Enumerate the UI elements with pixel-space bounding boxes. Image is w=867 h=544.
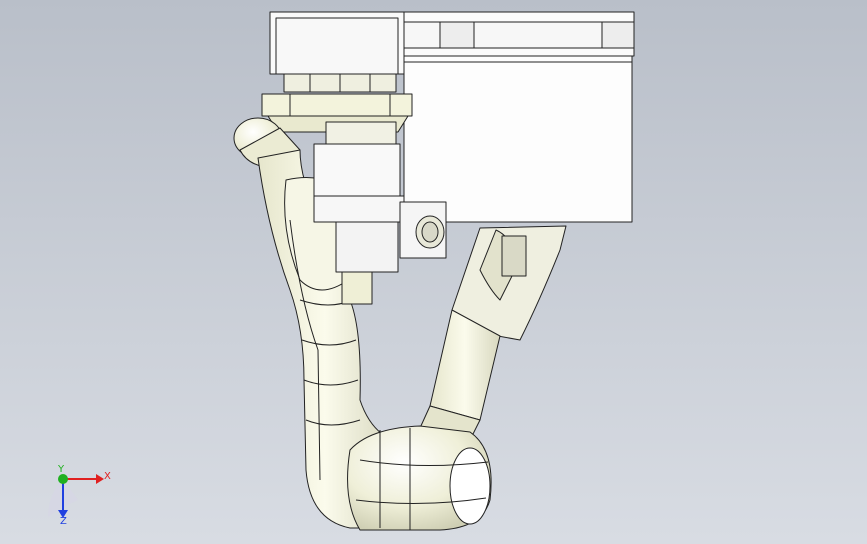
y-axis-dot-icon <box>58 474 68 484</box>
x-axis-label: X <box>104 471 111 482</box>
3d-model-viewport[interactable]: X Y Z <box>0 0 867 544</box>
y-axis-label: Y <box>57 464 65 475</box>
mounting-bracket[interactable] <box>403 11 635 223</box>
z-axis-label: Z <box>60 516 67 527</box>
top-motor-housing[interactable] <box>269 11 405 93</box>
robot-arm-scene[interactable]: X Y Z <box>0 0 867 544</box>
wrist-joint[interactable] <box>347 425 492 531</box>
